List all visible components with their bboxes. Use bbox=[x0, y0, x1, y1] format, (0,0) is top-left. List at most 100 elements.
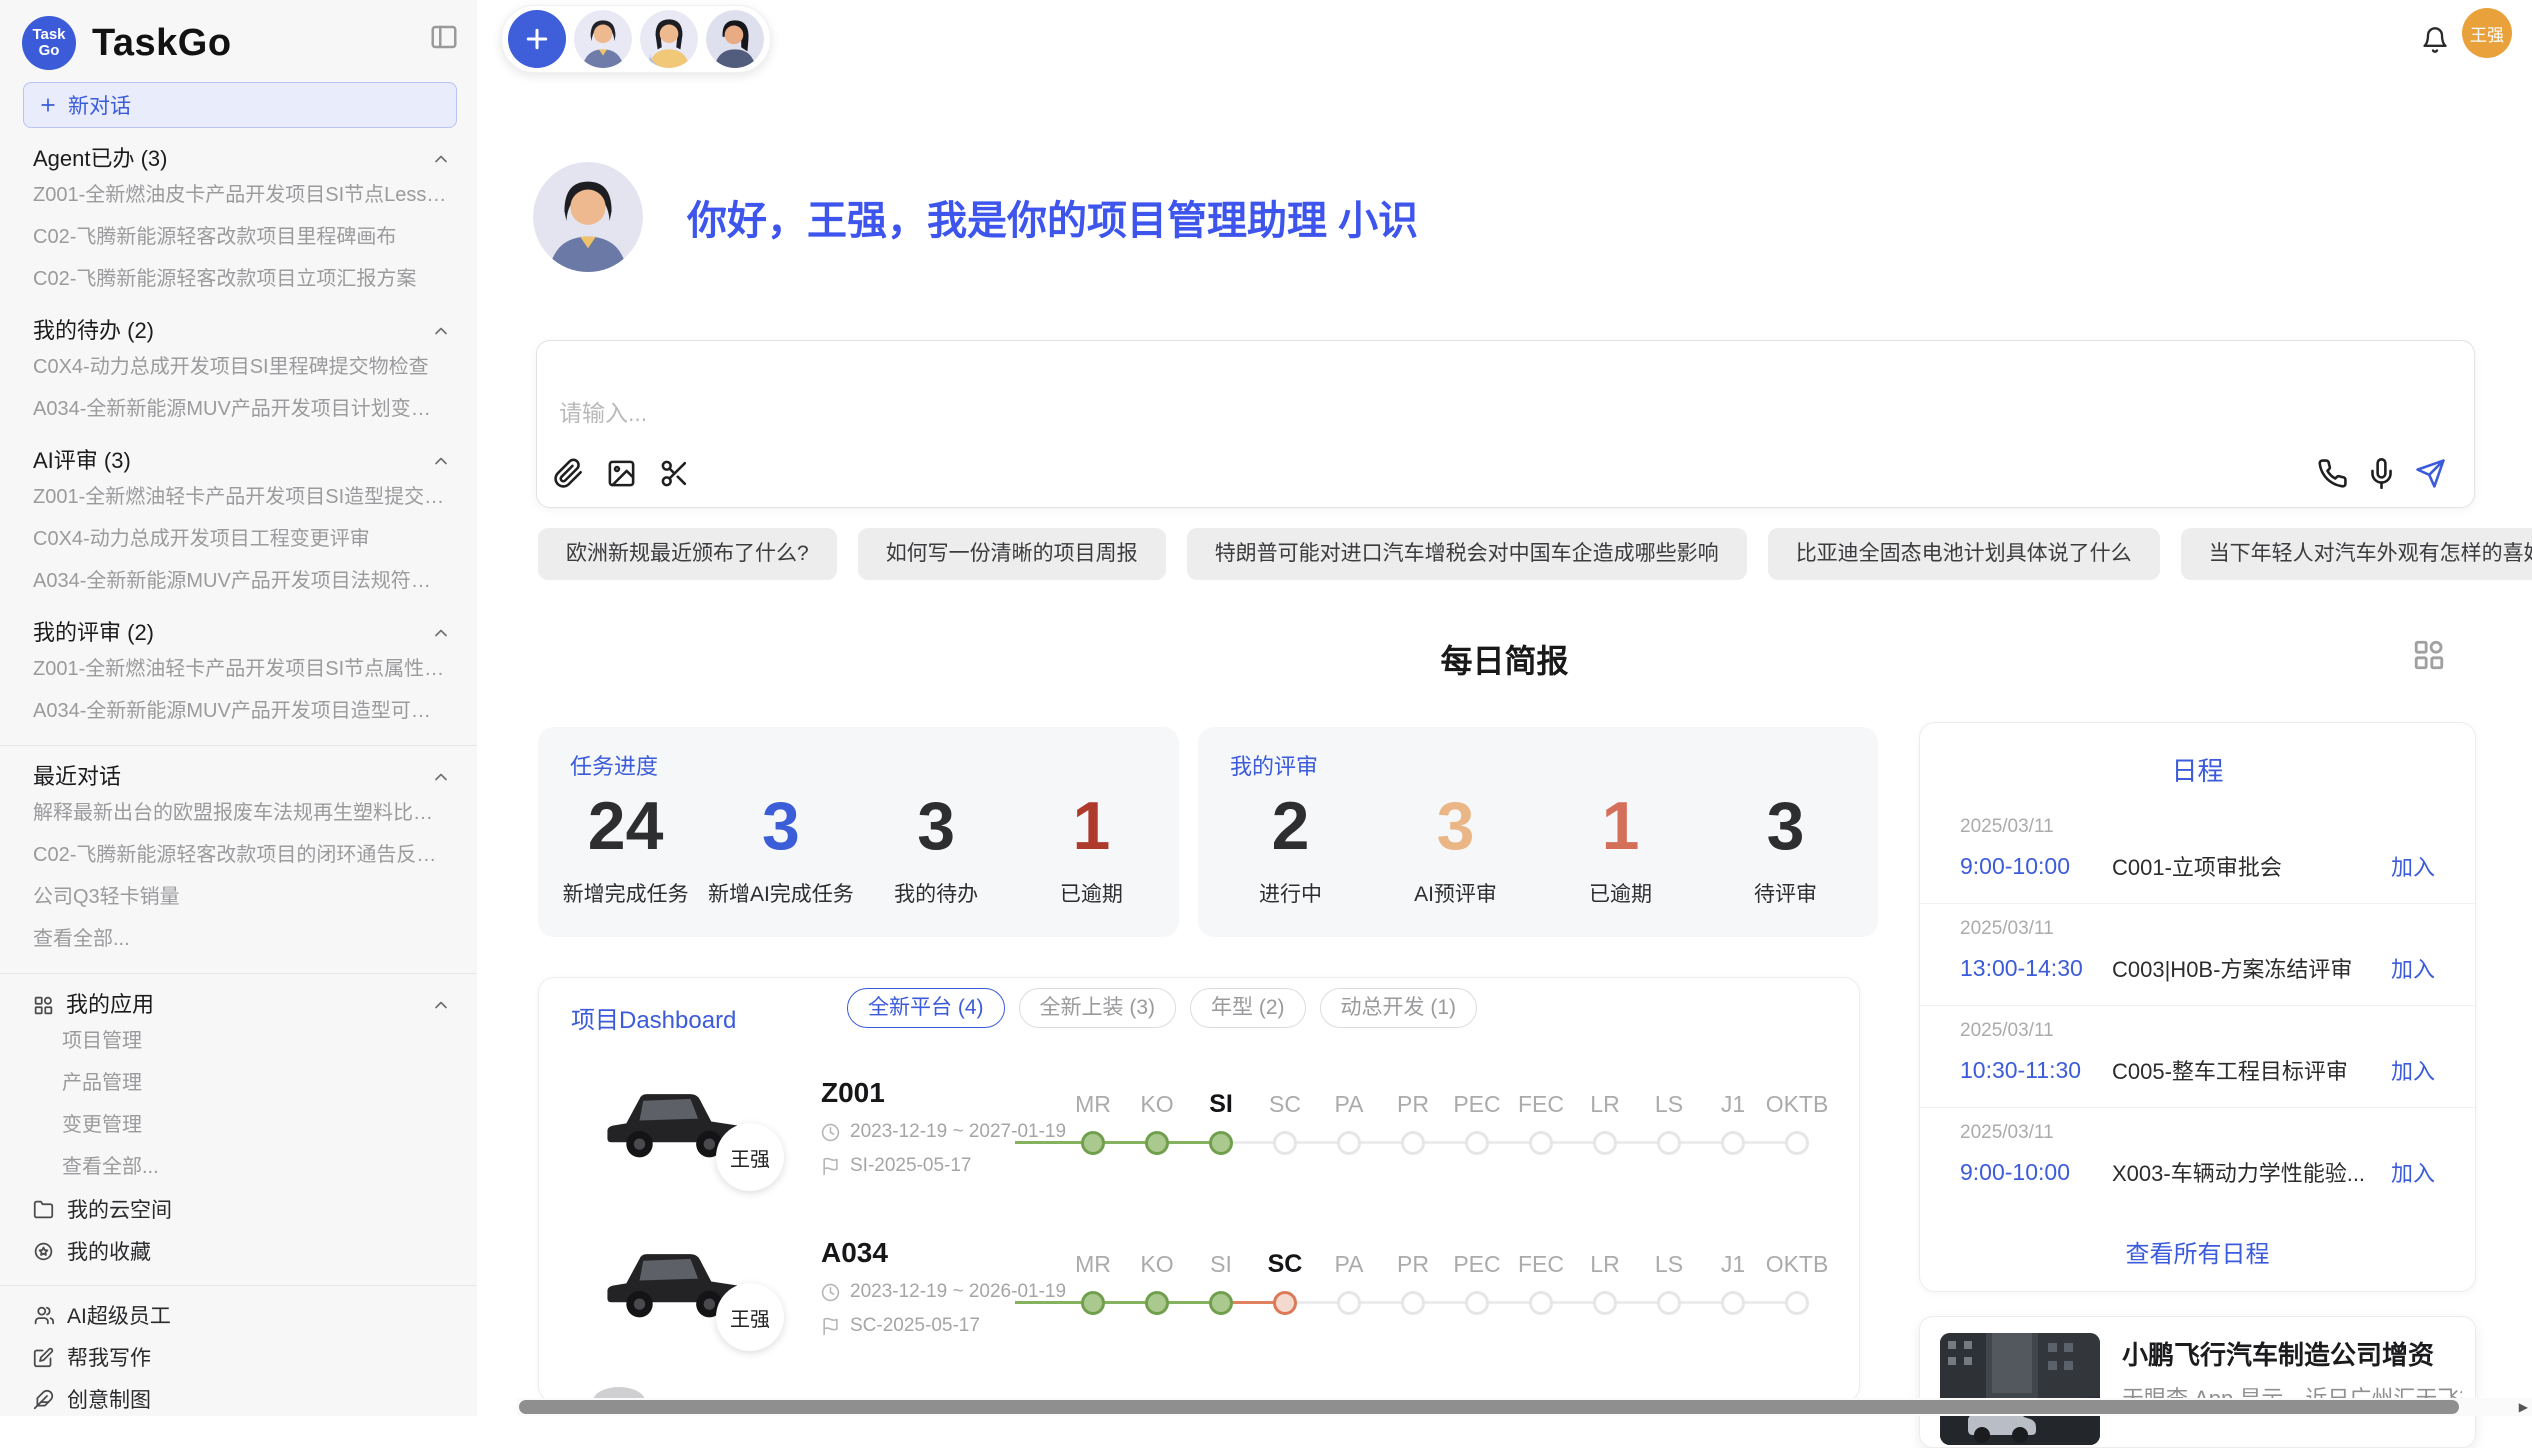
milestone-dot bbox=[1529, 1131, 1553, 1155]
join-link[interactable]: 加入 bbox=[2391, 952, 2435, 984]
logo-text-bottom: Go bbox=[39, 43, 60, 59]
composer-left-tools bbox=[553, 458, 690, 489]
milestone-dot bbox=[1785, 1131, 1809, 1155]
divider bbox=[0, 973, 477, 974]
recent-chat-item[interactable]: 公司Q3轻卡销量 bbox=[0, 876, 477, 918]
add-agent-button[interactable] bbox=[508, 10, 566, 68]
avatar[interactable] bbox=[574, 10, 632, 68]
section-header-my-todo[interactable]: 我的待办 (2) bbox=[0, 316, 477, 346]
section-title: 我的待办 (2) bbox=[33, 316, 154, 346]
section-header-my-review[interactable]: 我的评审 (2) bbox=[0, 618, 477, 648]
sidebar-item[interactable]: C02-飞腾新能源轻客改款项目立项汇报方案 bbox=[0, 258, 477, 300]
suggestion-chip[interactable]: 欧洲新规最近颁布了什么? bbox=[538, 528, 837, 580]
recent-chat-item[interactable]: 解释最新出台的欧盟报废车法规再生塑料比例被调至15%... bbox=[0, 792, 477, 834]
stat-label: AI预评审 bbox=[1373, 878, 1538, 908]
recent-view-all[interactable]: 查看全部... bbox=[0, 918, 477, 960]
suggestion-chip[interactable]: 当下年轻人对汽车外观有怎样的喜好趋势 bbox=[2181, 528, 2532, 580]
tab-new-platform[interactable]: 全新平台 (4) bbox=[847, 988, 1005, 1028]
sidebar-item[interactable]: C0X4-动力总成开发项目工程变更评审 bbox=[0, 518, 477, 560]
users-icon bbox=[33, 1305, 54, 1326]
send-icon[interactable] bbox=[2415, 458, 2446, 489]
sidebar-item[interactable]: Z001-全新燃油轻卡产品开发项目SI节点属性5D文件评审 bbox=[0, 648, 477, 690]
sidebar-item[interactable]: A034-全新新能源MUV产品开发项目法规符合性评审 bbox=[0, 560, 477, 602]
section-header-my-apps[interactable]: 我的应用 bbox=[0, 990, 477, 1020]
sidebar-item[interactable]: C0X4-动力总成开发项目SI里程碑提交物检查 bbox=[0, 346, 477, 388]
suggestion-chip[interactable]: 比亚迪全固态电池计划具体说了什么 bbox=[1768, 528, 2160, 580]
tab-model-year[interactable]: 年型 (2) bbox=[1190, 988, 1306, 1028]
horizontal-scrollbar[interactable]: ▶ bbox=[517, 1398, 2532, 1416]
schedule-item: 2025/03/11 10:30-11:30C005-整车工程目标评审加入 bbox=[1920, 1006, 2475, 1108]
suggestion-chip[interactable]: 如何写一份清晰的项目周报 bbox=[858, 528, 1166, 580]
milestone: OKTB bbox=[1765, 1250, 1829, 1330]
avatar[interactable] bbox=[640, 10, 698, 68]
tab-new-body[interactable]: 全新上装 (3) bbox=[1019, 988, 1177, 1028]
help-me-write-label: 帮我写作 bbox=[67, 1342, 151, 1372]
sidebar-item[interactable]: A034-全新新能源MUV产品开发项目计划变更表编写 bbox=[0, 388, 477, 430]
new-chat-button[interactable]: 新对话 bbox=[23, 82, 457, 128]
apps-view-all[interactable]: 查看全部... bbox=[0, 1146, 477, 1188]
creative-drawing-label: 创意制图 bbox=[67, 1384, 151, 1414]
scrollbar-right-arrow[interactable]: ▶ bbox=[2519, 1400, 2528, 1414]
scissors-icon[interactable] bbox=[659, 458, 690, 489]
avatar[interactable] bbox=[706, 10, 764, 68]
phone-icon[interactable] bbox=[2317, 458, 2348, 489]
main-area: 王强 你好，王强，我是你的项目管理助理 小识 欧洲新规最近颁布了什么? 如何写一… bbox=[477, 0, 2532, 1416]
recent-chat-item[interactable]: C02-飞腾新能源轻客改款项目的闭环通告反馈情况 bbox=[0, 834, 477, 876]
app-item-change-mgmt[interactable]: 变更管理 bbox=[0, 1104, 477, 1146]
cloud-space-label: 我的云空间 bbox=[67, 1194, 172, 1224]
section-header-ai-review[interactable]: AI评审 (3) bbox=[0, 446, 477, 476]
sidebar-item[interactable]: C02-飞腾新能源轻客改款项目里程碑画布 bbox=[0, 216, 477, 258]
project-row[interactable]: 王强 Z001 2023-12-19 ~ 2027-01-19 SI-2025-… bbox=[539, 1061, 1859, 1221]
sidebar-item[interactable]: Z001-全新燃油皮卡产品开发项目SI节点Lesson Learn报告 bbox=[0, 174, 477, 216]
section-title: AI评审 (3) bbox=[33, 446, 131, 476]
join-link[interactable]: 加入 bbox=[2391, 1156, 2435, 1188]
section-header-recent-chats[interactable]: 最近对话 bbox=[0, 762, 477, 792]
section-title: 我的评审 (2) bbox=[33, 618, 154, 648]
app-item-project-mgmt[interactable]: 项目管理 bbox=[0, 1020, 477, 1062]
sidebar-item-help-me-write[interactable]: 帮我写作 bbox=[0, 1336, 477, 1378]
sidebar-item[interactable]: Z001-全新燃油轻卡产品开发项目SI造型提交物评审 bbox=[0, 476, 477, 518]
project-date-range: 2023-12-19 ~ 2026-01-19 bbox=[850, 1281, 1066, 1303]
suggestion-chip[interactable]: 特朗普可能对进口汽车增税会对中国车企造成哪些影响 bbox=[1187, 528, 1747, 580]
schedule-item-title: C003|H0B-方案冻结评审 bbox=[2112, 952, 2391, 984]
news-card[interactable]: 小鹏飞行汽车制造公司增资 天眼查 App 显示，近日广州汇天飞行汽 bbox=[1919, 1316, 2476, 1448]
notification-bell-icon[interactable] bbox=[2421, 26, 2449, 54]
section-header-agent-done[interactable]: Agent已办 (3) bbox=[0, 144, 477, 174]
sidebar-item-creative-drawing[interactable]: 创意制图 bbox=[0, 1378, 477, 1420]
sidebar-item-favorites[interactable]: 我的收藏 bbox=[0, 1230, 477, 1272]
chevron-up-icon bbox=[431, 995, 451, 1015]
tab-powertrain[interactable]: 动总开发 (1) bbox=[1320, 988, 1478, 1028]
sidebar-item[interactable]: A034-全新新能源MUV产品开发项目造型可行性评审 bbox=[0, 690, 477, 732]
chat-composer bbox=[536, 340, 2475, 508]
sidebar-collapse-icon[interactable] bbox=[428, 22, 460, 52]
app-item-product-mgmt[interactable]: 产品管理 bbox=[0, 1062, 477, 1104]
project-row[interactable]: 王强 A034 2023-12-19 ~ 2026-01-19 SC-2025-… bbox=[539, 1221, 1859, 1381]
stat: 3AI预评审 bbox=[1373, 789, 1538, 908]
schedule-time: 9:00-10:00 bbox=[1960, 1159, 2112, 1186]
sidebar-item-ai-super-staff[interactable]: AI超级员工 bbox=[0, 1294, 477, 1336]
milestone-dot bbox=[1785, 1291, 1809, 1315]
view-all-schedule-link[interactable]: 查看所有日程 bbox=[1920, 1234, 2475, 1269]
chevron-up-icon bbox=[431, 767, 451, 787]
project-owner-badge: 王强 bbox=[716, 1283, 784, 1351]
user-avatar-badge[interactable]: 王强 bbox=[2462, 8, 2512, 58]
schedule-card: 日程 2025/03/11 9:00-10:00C001-立项审批会加入 202… bbox=[1919, 722, 2476, 1292]
sidebar-item-cloud-space[interactable]: 我的云空间 bbox=[0, 1188, 477, 1230]
image-icon[interactable] bbox=[606, 458, 637, 489]
scrollbar-thumb[interactable] bbox=[519, 1400, 2459, 1414]
chat-input[interactable] bbox=[557, 399, 1961, 428]
stat-value: 3 bbox=[703, 789, 858, 864]
milestone-dot bbox=[1209, 1131, 1233, 1155]
join-link[interactable]: 加入 bbox=[2391, 1054, 2435, 1086]
schedule-date: 2025/03/11 bbox=[1960, 918, 2435, 940]
stats-row: 2进行中 3AI预评审 1已逾期 3待评审 bbox=[1208, 789, 1868, 908]
schedule-item: 2025/03/11 9:00-10:00C001-立项审批会加入 bbox=[1920, 802, 2475, 904]
app-title: TaskGo bbox=[92, 22, 232, 65]
attachment-icon[interactable] bbox=[553, 458, 584, 489]
card-title: 我的评审 bbox=[1208, 749, 1868, 781]
milestone-dot bbox=[1593, 1291, 1617, 1315]
microphone-icon[interactable] bbox=[2366, 458, 2397, 489]
layout-grid-icon[interactable] bbox=[2412, 638, 2446, 672]
stat-value: 3 bbox=[1703, 789, 1868, 864]
join-link[interactable]: 加入 bbox=[2391, 850, 2435, 882]
